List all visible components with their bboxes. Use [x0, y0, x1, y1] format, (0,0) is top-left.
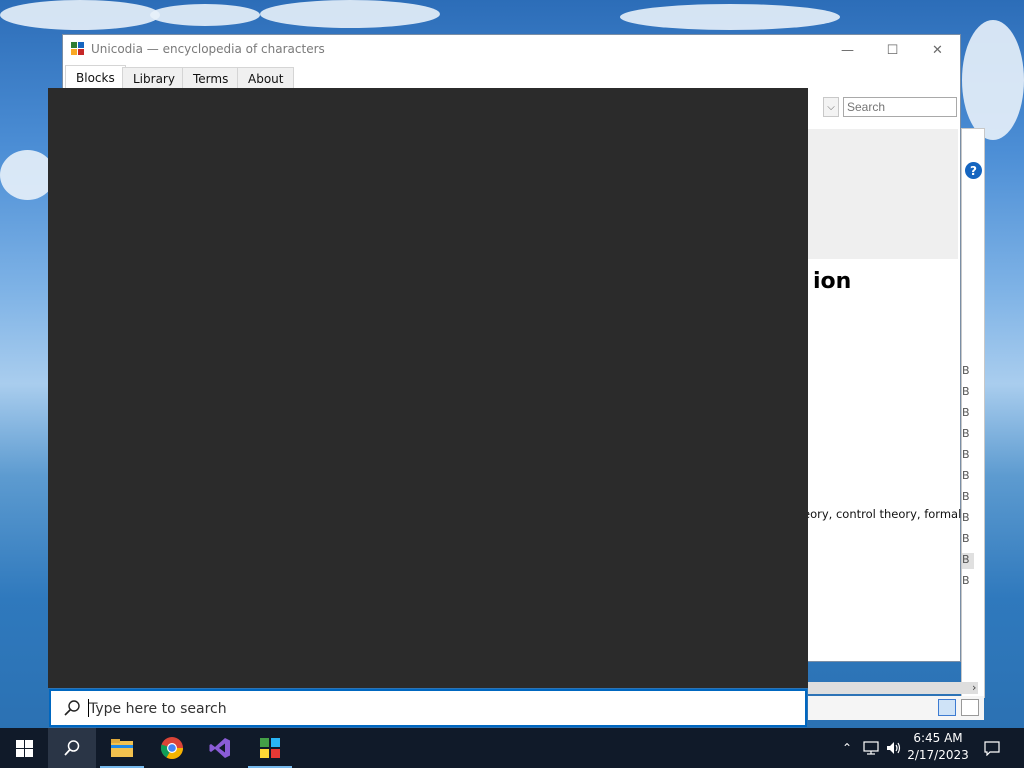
- tab-about[interactable]: About: [237, 67, 295, 89]
- chrome-button[interactable]: [148, 728, 196, 768]
- block-description: eory, control theory, formal: [803, 507, 962, 521]
- scroll-right-icon[interactable]: ›: [972, 681, 976, 694]
- list-item[interactable]: B: [962, 364, 974, 380]
- folder-icon: [111, 739, 133, 757]
- unicodia-button[interactable]: [246, 728, 294, 768]
- search-icon: [64, 740, 80, 756]
- list-item[interactable]: B: [962, 490, 974, 506]
- character-preview-panel: [808, 129, 958, 259]
- wallpaper-cloud: [260, 0, 440, 28]
- list-item[interactable]: B: [962, 532, 974, 548]
- wallpaper-cloud: [962, 20, 1024, 140]
- text-caret: [88, 699, 89, 717]
- taskbar-search-box[interactable]: [49, 689, 807, 727]
- tab-bar: Blocks Library Terms About: [63, 65, 960, 89]
- tab-blocks[interactable]: Blocks: [65, 65, 126, 89]
- help-icon[interactable]: ?: [965, 162, 982, 179]
- list-item[interactable]: B: [962, 448, 974, 464]
- visual-studio-icon: [209, 738, 230, 758]
- title-bar[interactable]: Unicodia — encyclopedia of characters — …: [63, 35, 960, 65]
- volume-button[interactable]: [884, 728, 904, 768]
- wallpaper-cloud: [620, 4, 840, 30]
- clock-date: 2/17/2023: [907, 748, 969, 762]
- block-dropdown-arrow[interactable]: ⌵: [823, 97, 839, 117]
- search-input[interactable]: [843, 97, 957, 117]
- tab-library[interactable]: Library: [122, 67, 186, 89]
- list-item[interactable]: B: [962, 553, 974, 569]
- file-explorer-button[interactable]: [98, 728, 146, 768]
- taskbar: ⌃ 6:45 AM 2/17/2023: [0, 728, 1024, 768]
- image-view-icon[interactable]: [961, 699, 979, 716]
- wallpaper-cloud: [0, 0, 160, 30]
- chrome-icon: [160, 737, 183, 759]
- horizontal-scrollbar[interactable]: [808, 682, 978, 694]
- list-item[interactable]: B: [962, 406, 974, 422]
- windows-logo-icon: [15, 739, 33, 757]
- start-button[interactable]: [0, 728, 48, 768]
- list-item[interactable]: B: [962, 574, 974, 590]
- tab-terms[interactable]: Terms: [182, 67, 240, 89]
- maximize-button[interactable]: ☐: [870, 35, 915, 65]
- unicodia-icon: [260, 738, 280, 758]
- visual-studio-button[interactable]: [196, 728, 244, 768]
- chevron-down-icon: ⌵: [827, 101, 835, 113]
- show-hidden-icons-button[interactable]: ⌃: [838, 728, 856, 768]
- close-button[interactable]: ✕: [915, 35, 960, 65]
- list-item[interactable]: B: [962, 385, 974, 401]
- wallpaper-cloud: [150, 4, 260, 26]
- maximize-icon: ☐: [886, 42, 899, 58]
- search-button[interactable]: [48, 728, 96, 768]
- minimize-icon: —: [841, 42, 854, 58]
- search-icon: [64, 700, 80, 716]
- status-strip: [808, 696, 984, 720]
- network-icon: [863, 741, 879, 755]
- network-button[interactable]: [860, 728, 882, 768]
- clock-time: 6:45 AM: [913, 731, 963, 745]
- close-icon: ✕: [932, 42, 943, 58]
- volume-icon: [887, 742, 901, 754]
- wallpaper-cloud: [0, 150, 55, 200]
- unicodia-app-icon: [71, 42, 85, 56]
- list-view-icon[interactable]: [938, 699, 956, 716]
- action-center-button[interactable]: [980, 728, 1004, 768]
- list-item[interactable]: B: [962, 511, 974, 527]
- taskbar-clock[interactable]: 6:45 AM 2/17/2023: [902, 730, 974, 766]
- window-title: Unicodia — encyclopedia of characters: [91, 42, 325, 56]
- block-heading: ion: [813, 269, 852, 294]
- list-item[interactable]: B: [962, 469, 974, 485]
- chevron-up-icon: ⌃: [841, 741, 853, 755]
- search-input-field[interactable]: [87, 696, 791, 722]
- search-flyout-panel: [48, 88, 808, 688]
- list-item[interactable]: B: [962, 427, 974, 443]
- notification-icon: [984, 740, 1000, 756]
- minimize-button[interactable]: —: [825, 35, 870, 65]
